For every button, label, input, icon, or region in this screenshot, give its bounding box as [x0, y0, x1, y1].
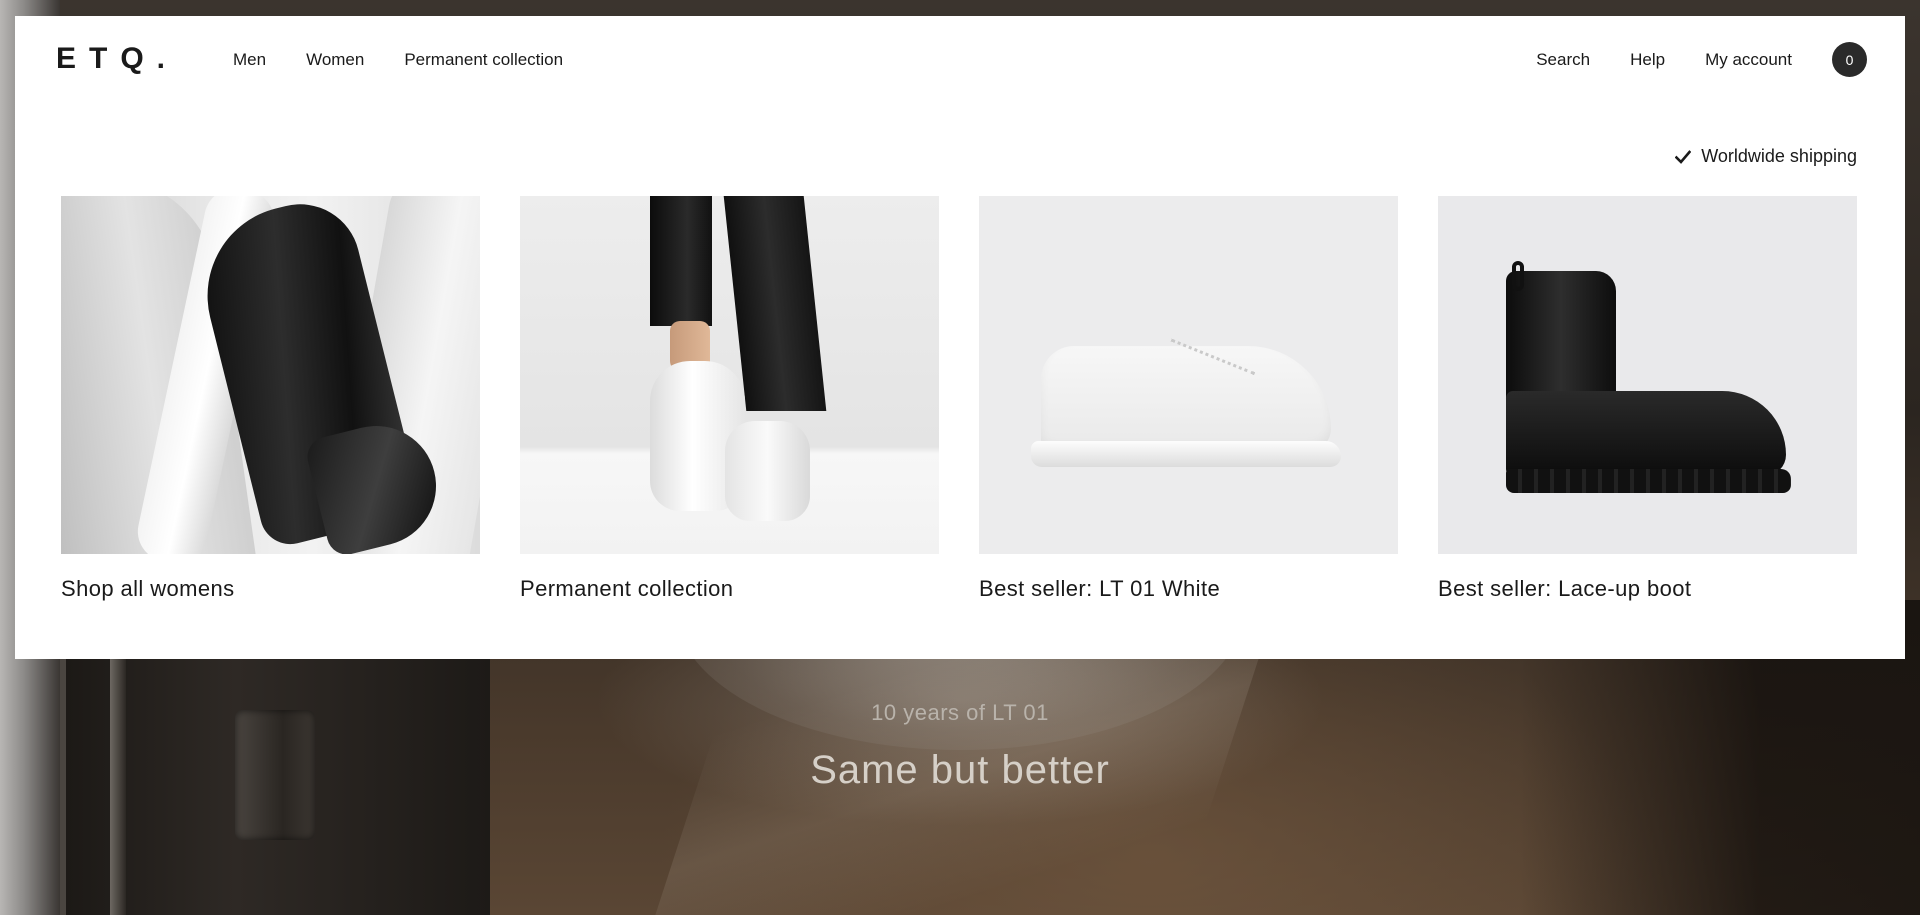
- card-label[interactable]: Best seller: Lace-up boot: [1438, 576, 1857, 602]
- nav-link-help[interactable]: Help: [1630, 50, 1665, 70]
- utility-nav: Search Help My account 0: [1536, 42, 1867, 77]
- nav-link-my-account[interactable]: My account: [1705, 50, 1792, 70]
- site-logo[interactable]: ETQ.: [56, 42, 178, 76]
- mega-menu-panel: ETQ. Men Women Permanent collection Sear…: [15, 16, 1905, 659]
- nav-link-women[interactable]: Women: [306, 50, 364, 70]
- card-permanent-collection[interactable]: Permanent collection: [520, 196, 939, 602]
- card-image-womens-boots[interactable]: [61, 196, 480, 554]
- card-label[interactable]: Shop all womens: [61, 576, 480, 602]
- featured-cards: Shop all womens Permanent collection Bes…: [61, 196, 1857, 602]
- card-label[interactable]: Best seller: LT 01 White: [979, 576, 1398, 602]
- nav-link-search[interactable]: Search: [1536, 50, 1590, 70]
- cart-count: 0: [1845, 51, 1854, 68]
- hero-subtitle: 10 years of LT 01: [871, 700, 1049, 725]
- primary-nav: Men Women Permanent collection: [233, 50, 603, 70]
- image-part: [725, 421, 810, 521]
- card-best-seller-lt01[interactable]: Best seller: LT 01 White: [979, 196, 1398, 602]
- nav-link-men[interactable]: Men: [233, 50, 266, 70]
- shipping-label: Worldwide shipping: [1701, 146, 1857, 166]
- check-icon: [1675, 149, 1692, 164]
- image-part: [723, 196, 827, 411]
- nav-link-permanent-collection[interactable]: Permanent collection: [404, 50, 563, 70]
- card-image-black-boot[interactable]: [1438, 196, 1857, 554]
- card-image-white-sneakers-legs[interactable]: [520, 196, 939, 554]
- image-part: [1512, 261, 1524, 291]
- card-image-white-sneaker[interactable]: [979, 196, 1398, 554]
- image-part: [650, 196, 712, 326]
- top-navigation: ETQ. Men Women Permanent collection Sear…: [15, 16, 1905, 102]
- cart-button[interactable]: 0: [1832, 42, 1867, 77]
- image-part: [1506, 391, 1786, 476]
- card-shop-all-womens[interactable]: Shop all womens: [61, 196, 480, 602]
- shipping-notice: Worldwide shipping: [1675, 146, 1857, 167]
- image-part: [1031, 338, 1341, 471]
- image-part: [1506, 261, 1796, 496]
- image-part: [1506, 469, 1791, 493]
- card-best-seller-lace-up-boot[interactable]: Best seller: Lace-up boot: [1438, 196, 1857, 602]
- hero-title[interactable]: Same but better: [0, 748, 1920, 793]
- image-part: [1031, 441, 1341, 467]
- card-label[interactable]: Permanent collection: [520, 576, 939, 602]
